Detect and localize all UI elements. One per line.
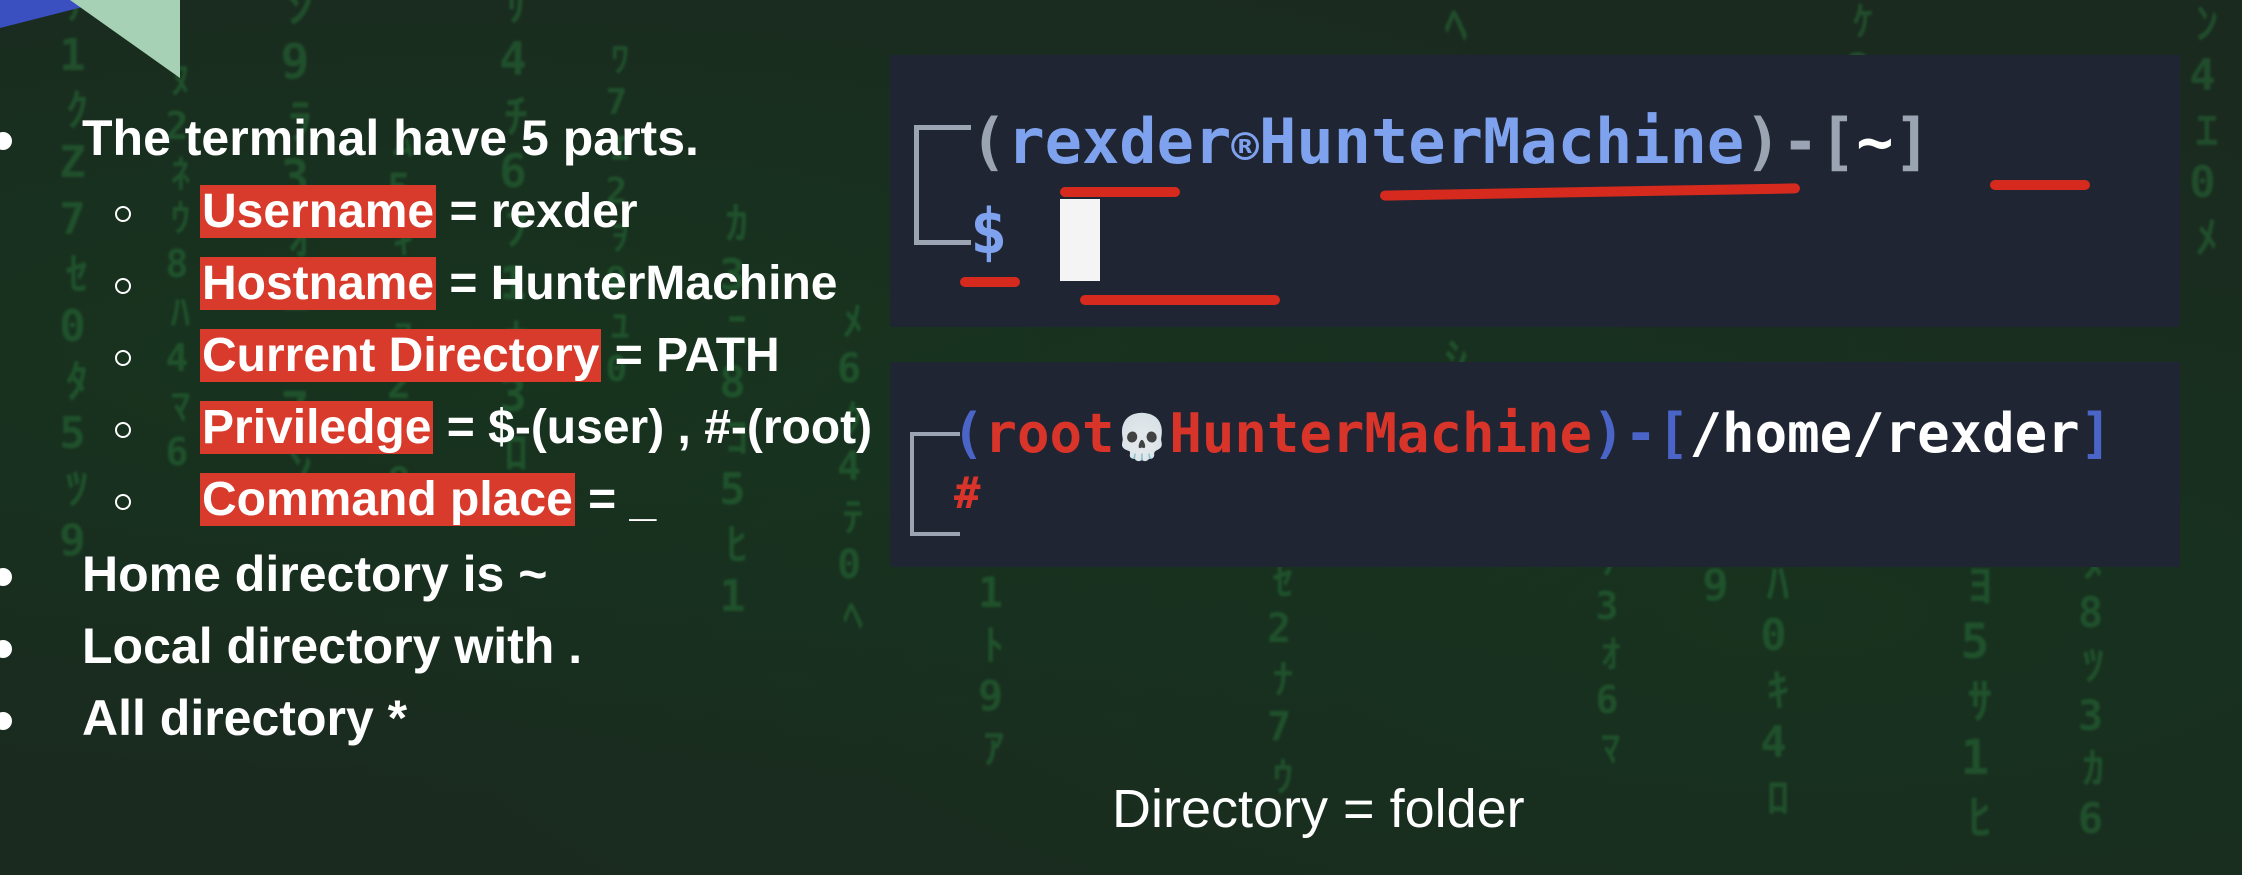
caption-directory-folder: Directory = folder [1112, 779, 1525, 839]
bullet-text-intro: The terminal have 5 parts. [82, 110, 699, 166]
root-prompt-end-bracket: ] [2079, 402, 2113, 465]
matrix-rain: ﾖ5ｻ1ﾋ [1947, 560, 2003, 846]
underline-prompt [960, 277, 1020, 287]
part-label-command-place: Command place [200, 473, 575, 526]
prompt-path: ~ [1856, 105, 1894, 178]
terminal-cursor [1060, 199, 1100, 281]
part-value-hostname: = HunterMachine [436, 257, 838, 310]
bullet-text-local: Local directory with . [82, 618, 583, 674]
sub-bullet-circle [115, 494, 131, 510]
part-label-priviledge: Priviledge [200, 401, 434, 454]
root-prompt-username: root [984, 402, 1115, 465]
matrix-rain: ﾇ8ﾂ3ｶ6 [2066, 540, 2115, 849]
matrix-rain: ﾒ6ｸ4ﾃ0ﾍ [826, 300, 872, 640]
matrix-rain: ｱ1ｸZ7ｾ0ﾀ5ﾂ9 [47, 0, 98, 572]
underline-path [1990, 180, 2090, 190]
sub-bullet-circle [115, 278, 131, 294]
prompt-open-paren: ( [970, 105, 1008, 178]
part-value-command-place: = _ [574, 473, 657, 526]
matrix-rain: ﾊ0ｷ4ﾛ9 [1690, 560, 1799, 824]
part-label-hostname: Hostname [200, 257, 437, 310]
prompt-end-bracket: ] [1893, 105, 1931, 178]
part-value-priviledge: = $-(user) , #-(root) [433, 401, 873, 454]
corner-decoration-green [70, 0, 180, 78]
prompt-username: rexder [1007, 105, 1232, 178]
at-symbol-icon: ® [1231, 120, 1259, 174]
prompt-close-bracket: )-[ [1744, 105, 1857, 178]
prompt-line-1: (rexder®HunterMachine)-[~] [970, 105, 1931, 178]
part-value-current-directory: = PATH [601, 329, 780, 382]
terminal-user-prompt-screenshot: (rexder®HunterMachine)-[~] $ [890, 55, 2180, 327]
prompt-privilege-symbol: $ [970, 195, 1008, 268]
root-prompt-line-1: (root💀HunterMachine)-[/home/rexder] [952, 402, 2112, 465]
sub-bullet-circle [115, 206, 131, 222]
terminal-root-prompt-screenshot: (root💀HunterMachine)-[/home/rexder] # [890, 362, 2180, 567]
part-label-username: Username [200, 185, 437, 238]
root-prompt-close-bracket: )-[ [1592, 402, 1690, 465]
matrix-rain: ｾ2ﾅ7ｳ [1256, 560, 1302, 802]
part-value-username: = rexder [436, 185, 638, 238]
part-label-current-directory: Current Directory [200, 329, 602, 382]
prompt-hostname: HunterMachine [1259, 105, 1745, 178]
sub-bullet-circle [115, 350, 131, 366]
underline-username [1060, 187, 1180, 197]
sub-bullet-circle [115, 422, 131, 438]
root-prompt-open-paren: ( [952, 402, 985, 465]
prompt-frame [914, 125, 971, 245]
root-prompt-privilege-symbol: # [954, 468, 981, 519]
matrix-rain: ﾁ3ｵ6ﾏ [1585, 540, 1629, 772]
root-prompt-hostname: HunterMachine [1169, 402, 1592, 465]
root-prompt-path: /home/rexder [1689, 402, 2080, 465]
underline-command-place [1080, 295, 1280, 305]
bullet-text-home: Home directory is ~ [82, 546, 548, 602]
underline-hostname [1379, 183, 1801, 201]
bullet-text-all: All directory * [82, 690, 408, 746]
skull-icon: 💀 [1114, 412, 1170, 463]
